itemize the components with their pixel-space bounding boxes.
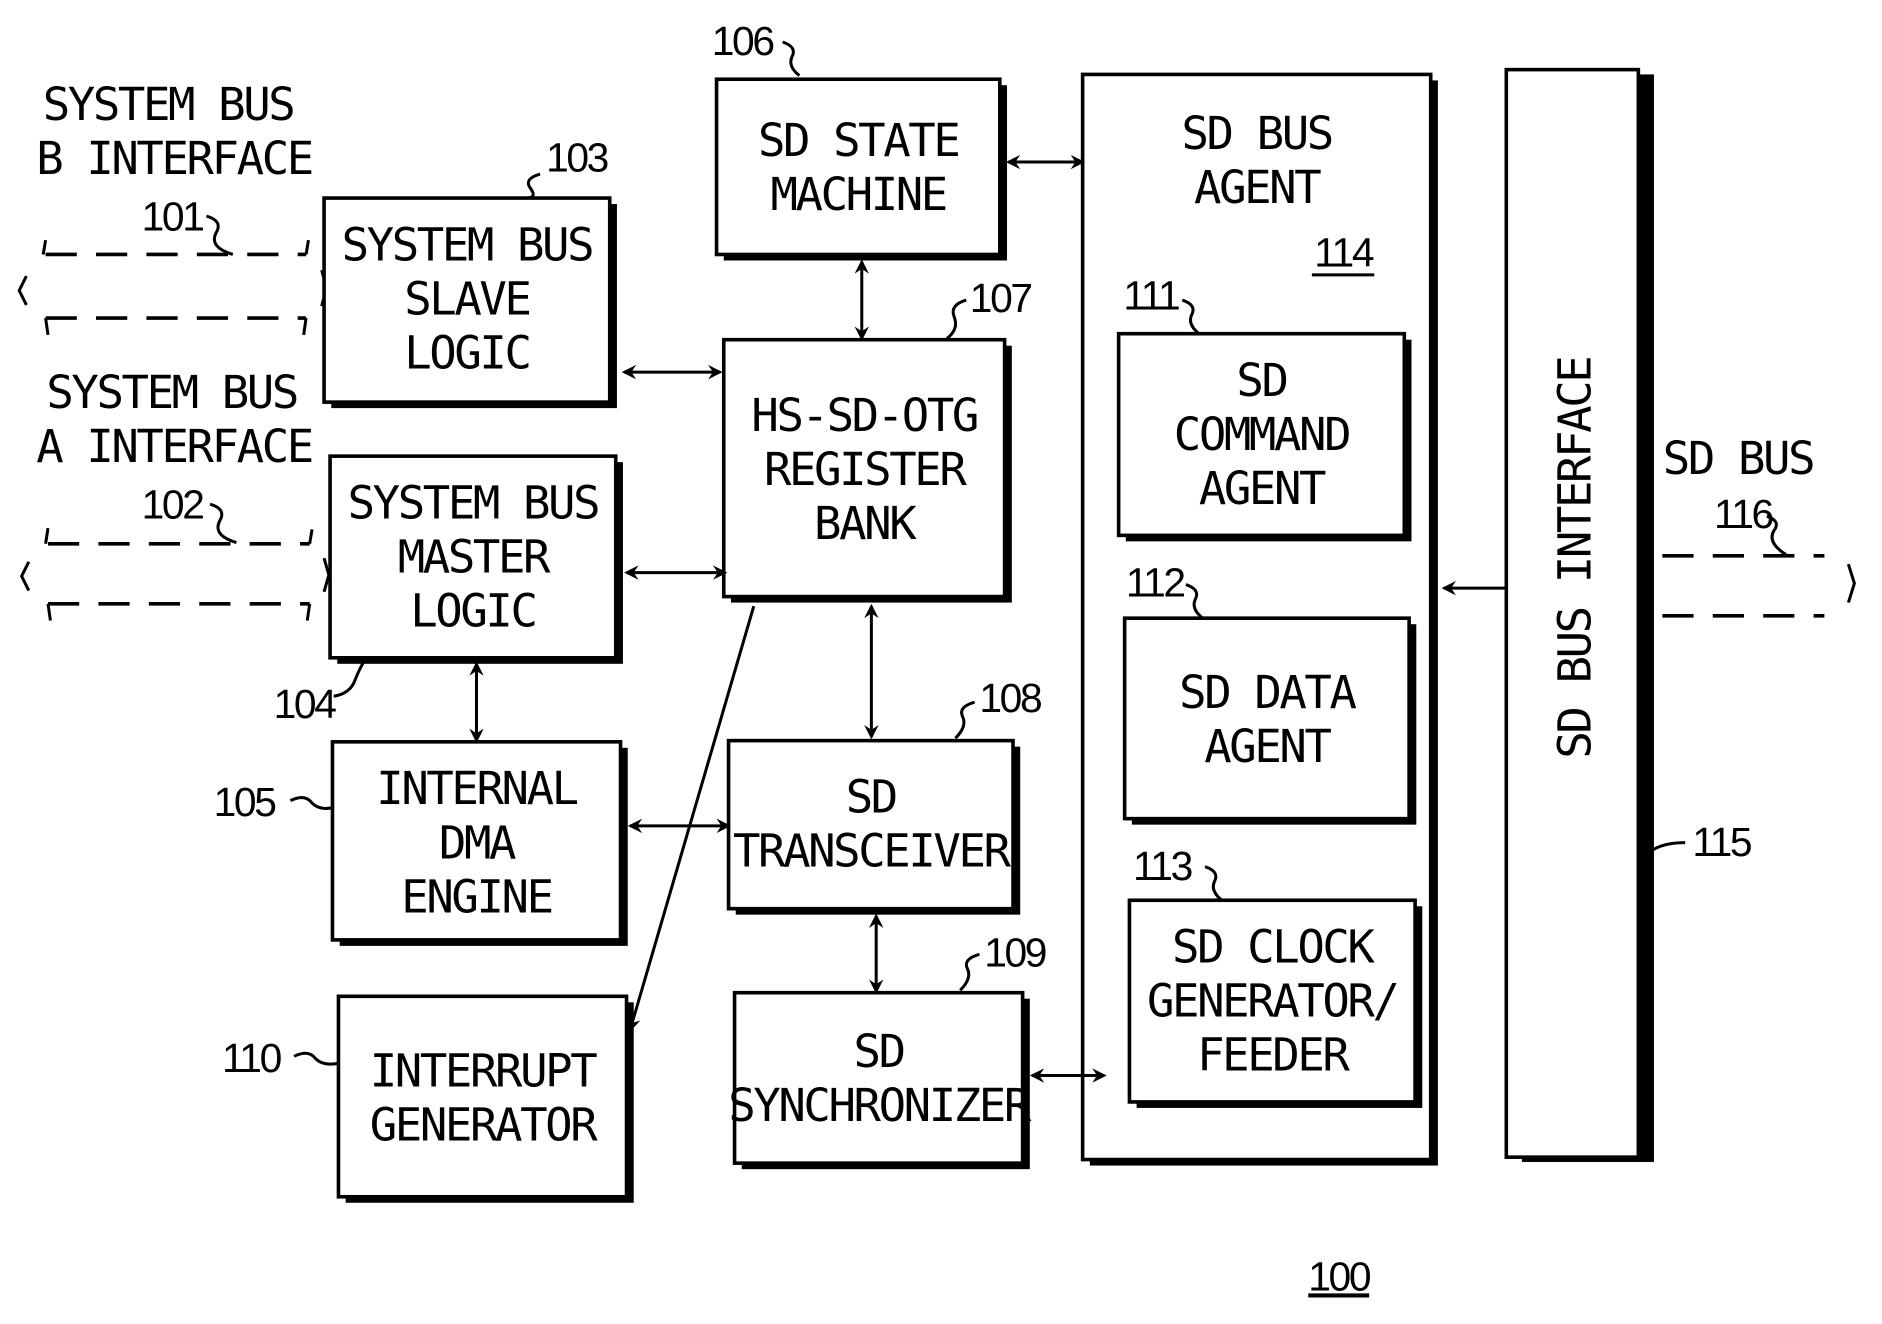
block-interrupt: INTERRUPTGENERATOR 110 — [222, 994, 634, 1203]
block-label-line: SLAVE — [404, 272, 529, 325]
ref-103: 103 — [546, 135, 608, 181]
block-label-line: LOGIC — [404, 327, 529, 380]
block-label-line: MASTER — [398, 531, 551, 584]
block-master: SYSTEM BUSMASTERLOGIC 104 — [274, 454, 623, 727]
ref-109: 109 — [984, 929, 1046, 975]
ref-106: 106 — [712, 18, 774, 64]
block-label-line: GENERATOR — [370, 1098, 598, 1151]
block-label-line: REGISTER — [764, 443, 967, 496]
leader-line — [289, 796, 332, 810]
ref-101: 101 — [142, 193, 204, 239]
block-label-line: SD — [846, 771, 896, 824]
ref-116: 116 — [1714, 491, 1773, 537]
leader-line — [946, 298, 967, 340]
ref-108: 108 — [979, 675, 1041, 721]
leader-102 — [209, 502, 237, 545]
block-label-line: MACHINE — [770, 168, 945, 221]
ref-102: 102 — [142, 482, 204, 528]
sd-bus: SD BUS 116 — [1639, 432, 1856, 618]
sd-bus-ends — [1639, 563, 1856, 604]
sd-bus-label: SD BUS — [1663, 432, 1813, 485]
block-label-line: FEEDER — [1197, 1029, 1350, 1082]
block-synchronizer: SDSYNCHRONIZER 109 — [728, 929, 1048, 1170]
block-label-line: TRANSCEIVER — [733, 825, 1012, 878]
ref-104: 104 — [274, 681, 337, 727]
block-label-line: INTERRUPT — [370, 1044, 597, 1097]
block-label-line: DMA — [439, 816, 516, 869]
block-label-line: COMMAND — [1174, 408, 1349, 461]
sys-b-label-1: SYSTEM BUS — [43, 78, 294, 131]
block-label-line: SD BUS — [1181, 107, 1331, 160]
leader-101 — [205, 214, 234, 256]
block-label-line: SD DATA — [1179, 666, 1356, 719]
block-label-line: SD — [1236, 354, 1286, 407]
block-label-line: INTERNAL — [376, 762, 577, 815]
ref-110: 110 — [222, 1035, 282, 1081]
ref-112: 112 — [1126, 560, 1185, 606]
sys-b-label-2: B INTERFACE — [36, 132, 312, 185]
sd-bus-interface-label: SD BUS INTERFACE — [1548, 358, 1601, 759]
ref-114: 114 — [1314, 229, 1374, 275]
block-label-line: AGENT — [1199, 462, 1326, 515]
figure-number: 100 — [1308, 1253, 1371, 1299]
ref-105: 105 — [214, 779, 276, 825]
block-label-line: ENGINE — [401, 870, 551, 923]
ref-115: 115 — [1692, 819, 1751, 865]
block-diagram: SYSTEM BUS B INTERFACE 101 SYSTEM BUS A … — [17, 18, 1856, 1299]
block-state-machine: SD STATEMACHINE 106 — [712, 18, 1008, 261]
block-label-line: SYNCHRONIZER — [728, 1079, 1032, 1132]
ref-113: 113 — [1133, 843, 1192, 889]
system-bus-b-interface: SYSTEM BUS B INTERFACE 101 — [17, 78, 329, 336]
leader-line — [954, 700, 976, 740]
sys-a-label-1: SYSTEM BUS — [46, 366, 297, 419]
block-label-line: LOGIC — [410, 585, 535, 638]
block-label-line: BANK — [814, 497, 917, 550]
block-label-line: SD — [854, 1025, 904, 1078]
block-label-line: SD CLOCK — [1172, 921, 1375, 974]
leader-line — [959, 952, 980, 992]
system-bus-a-interface: SYSTEM BUS A INTERFACE 102 — [19, 366, 331, 621]
block-label-line: SD STATE — [758, 114, 958, 167]
block-label-line: SYSTEM BUS — [342, 218, 593, 271]
leader-line — [525, 172, 541, 200]
block-transceiver: SDTRANSCEIVER 108 — [726, 675, 1043, 915]
sys-a-label-2: A INTERFACE — [36, 420, 312, 473]
block-label-line: SYSTEM BUS — [348, 477, 599, 530]
leader-line — [333, 659, 367, 698]
block-label-line: AGENT — [1194, 161, 1321, 214]
block-slave: SYSTEM BUSSLAVELOGIC 103 — [322, 135, 617, 409]
ref-107: 107 — [970, 275, 1032, 321]
block-label-line: HS-SD-OTG — [751, 389, 977, 442]
block-label-line: AGENT — [1204, 720, 1331, 773]
leader-line — [782, 40, 801, 77]
leader-line — [293, 1051, 338, 1066]
block-dma: INTERNALDMAENGINE 105 — [214, 740, 628, 946]
block-label-line: GENERATOR/ — [1147, 975, 1398, 1028]
ref-111: 111 — [1123, 273, 1179, 319]
block-register-bank: HS-SD-OTGREGISTERBANK 107 — [721, 275, 1034, 603]
